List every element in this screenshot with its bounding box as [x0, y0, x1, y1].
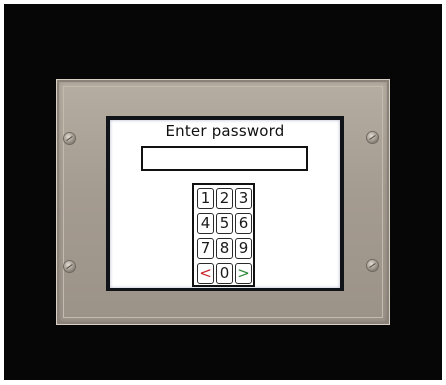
- key-1-button[interactable]: 1: [197, 188, 214, 209]
- key-3-button[interactable]: 3: [235, 188, 252, 209]
- screw-icon: [64, 133, 75, 144]
- key-4-button[interactable]: 4: [197, 213, 214, 234]
- enter-button[interactable]: >: [235, 263, 252, 284]
- backspace-button[interactable]: <: [197, 263, 214, 284]
- screw-icon: [64, 261, 75, 272]
- password-prompt: Enter password: [165, 122, 285, 140]
- key-7-button[interactable]: 7: [197, 238, 214, 259]
- screw-icon: [367, 132, 378, 143]
- key-5-button[interactable]: 5: [216, 213, 233, 234]
- password-field[interactable]: [141, 146, 308, 171]
- key-9-button[interactable]: 9: [235, 238, 252, 259]
- page: Enter password 1 2 3 4 5 6 7 8 9 < 0 >: [0, 0, 446, 385]
- key-6-button[interactable]: 6: [235, 213, 252, 234]
- key-0-button[interactable]: 0: [216, 263, 233, 284]
- key-8-button[interactable]: 8: [216, 238, 233, 259]
- key-2-button[interactable]: 2: [216, 188, 233, 209]
- touch-screen: Enter password 1 2 3 4 5 6 7 8 9 < 0 >: [110, 120, 340, 288]
- numeric-keypad: 1 2 3 4 5 6 7 8 9 < 0 >: [192, 183, 255, 287]
- screw-icon: [367, 260, 378, 271]
